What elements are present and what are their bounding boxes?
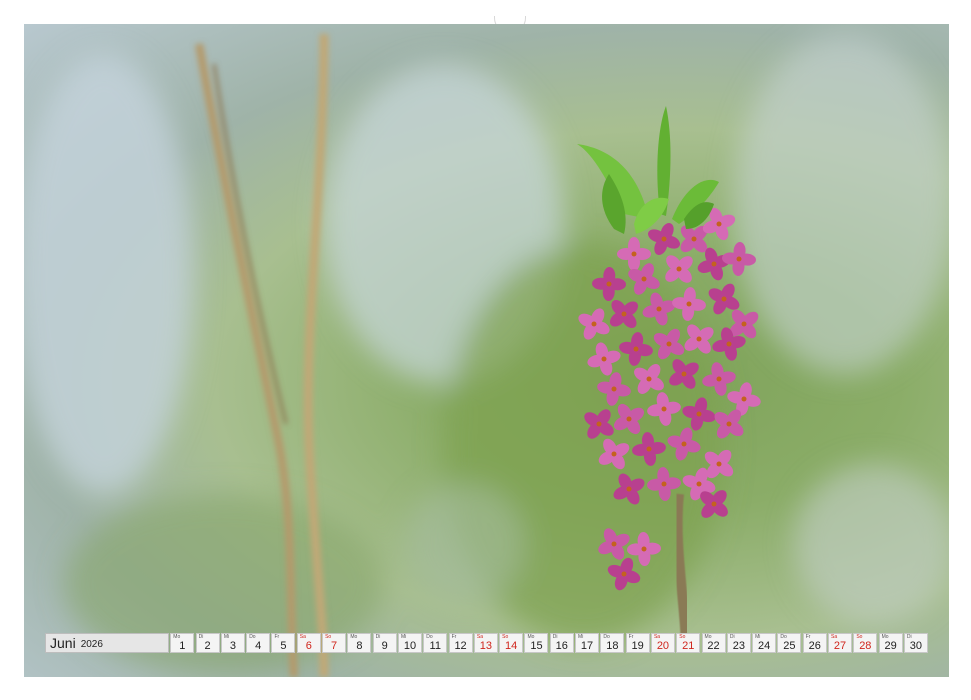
day-number: 18 [606,640,619,652]
day-cell: Do 25 [777,633,802,653]
month-label-cell: Juni 2026 [45,633,169,653]
bokeh-background [24,34,949,674]
day-number: 17 [580,640,594,652]
calendar-strip: Juni 2026 Mo 1 Di 2 Mi 3 Do 4 Fr 5 Sa 6 So 7 Mo 8 Di 9 Mi 1… [45,633,928,655]
day-number: 6 [305,640,312,652]
day-number: 24 [758,640,771,652]
day-cell: Di 2 [195,633,220,653]
flower-photo [24,24,949,677]
day-number: 30 [909,640,923,652]
day-cell: Do 4 [246,633,271,653]
day-number: 3 [229,640,236,652]
day-number: 14 [505,640,518,652]
day-number: 11 [429,640,441,652]
day-cell: Mo 29 [878,633,903,653]
blossom [665,255,693,283]
day-number: 9 [381,640,388,652]
day-cells: Mo 1 Di 2 Mi 3 Do 4 Fr 5 Sa 6 So 7 Mo 8 Di 9 Mi 10 Do 11 Fr 12 S… [169,633,928,655]
day-cell: So 21 [676,633,701,653]
day-number: 2 [204,640,211,652]
day-number: 26 [808,640,821,652]
day-cell: Di 30 [903,633,928,653]
day-cell: Fr 5 [271,633,296,653]
day-number: 28 [859,640,872,652]
green-leaves [577,106,719,234]
day-cell: Fr 19 [625,633,650,653]
day-cell: Mo 15 [524,633,549,653]
day-cell: So 14 [499,633,524,653]
day-number: 21 [682,640,695,652]
day-number: 15 [530,640,543,652]
day-number: 5 [280,640,287,652]
day-cell: Mo 1 [170,633,195,653]
day-cell: Di 16 [549,633,574,653]
day-cell: Fr 26 [802,633,827,653]
day-number: 8 [356,640,363,652]
day-cell: So 28 [853,633,878,653]
day-cell: Sa 13 [473,633,498,653]
month-year: 2026 [80,638,103,650]
day-number: 29 [884,640,897,652]
day-cell: Sa 6 [296,633,321,653]
day-number: 16 [555,640,568,652]
day-cell: Mi 3 [220,633,245,653]
day-cell: Mo 22 [701,633,726,653]
month-name: Juni [50,635,76,651]
day-cell: So 7 [322,633,347,653]
day-number: 13 [479,640,492,652]
day-cell: Fr 12 [448,633,473,653]
day-number: 10 [403,640,417,652]
day-number: 25 [783,640,796,652]
day-cell: Mi 10 [397,633,422,653]
day-number: 23 [732,640,745,652]
day-cell: Di 23 [726,633,751,653]
day-number: 12 [454,640,467,652]
day-cell: Mi 24 [752,633,777,653]
day-number: 1 [179,640,186,652]
day-number: 20 [656,640,670,652]
day-cell: Mo 8 [347,633,372,653]
daphne-flower-image [24,33,949,677]
day-cell: Di 9 [372,633,397,653]
day-cell: Sa 20 [650,633,675,653]
day-number: 7 [331,640,338,652]
day-cell: Do 18 [600,633,625,653]
day-cell: Do 11 [423,633,448,653]
day-cell: Mi 17 [575,633,600,653]
day-cell: Sa 27 [828,633,853,653]
blossom [648,223,680,255]
day-number: 19 [631,640,644,652]
day-number: 4 [255,640,262,652]
day-number: 22 [707,640,720,652]
day-number: 27 [833,640,847,652]
